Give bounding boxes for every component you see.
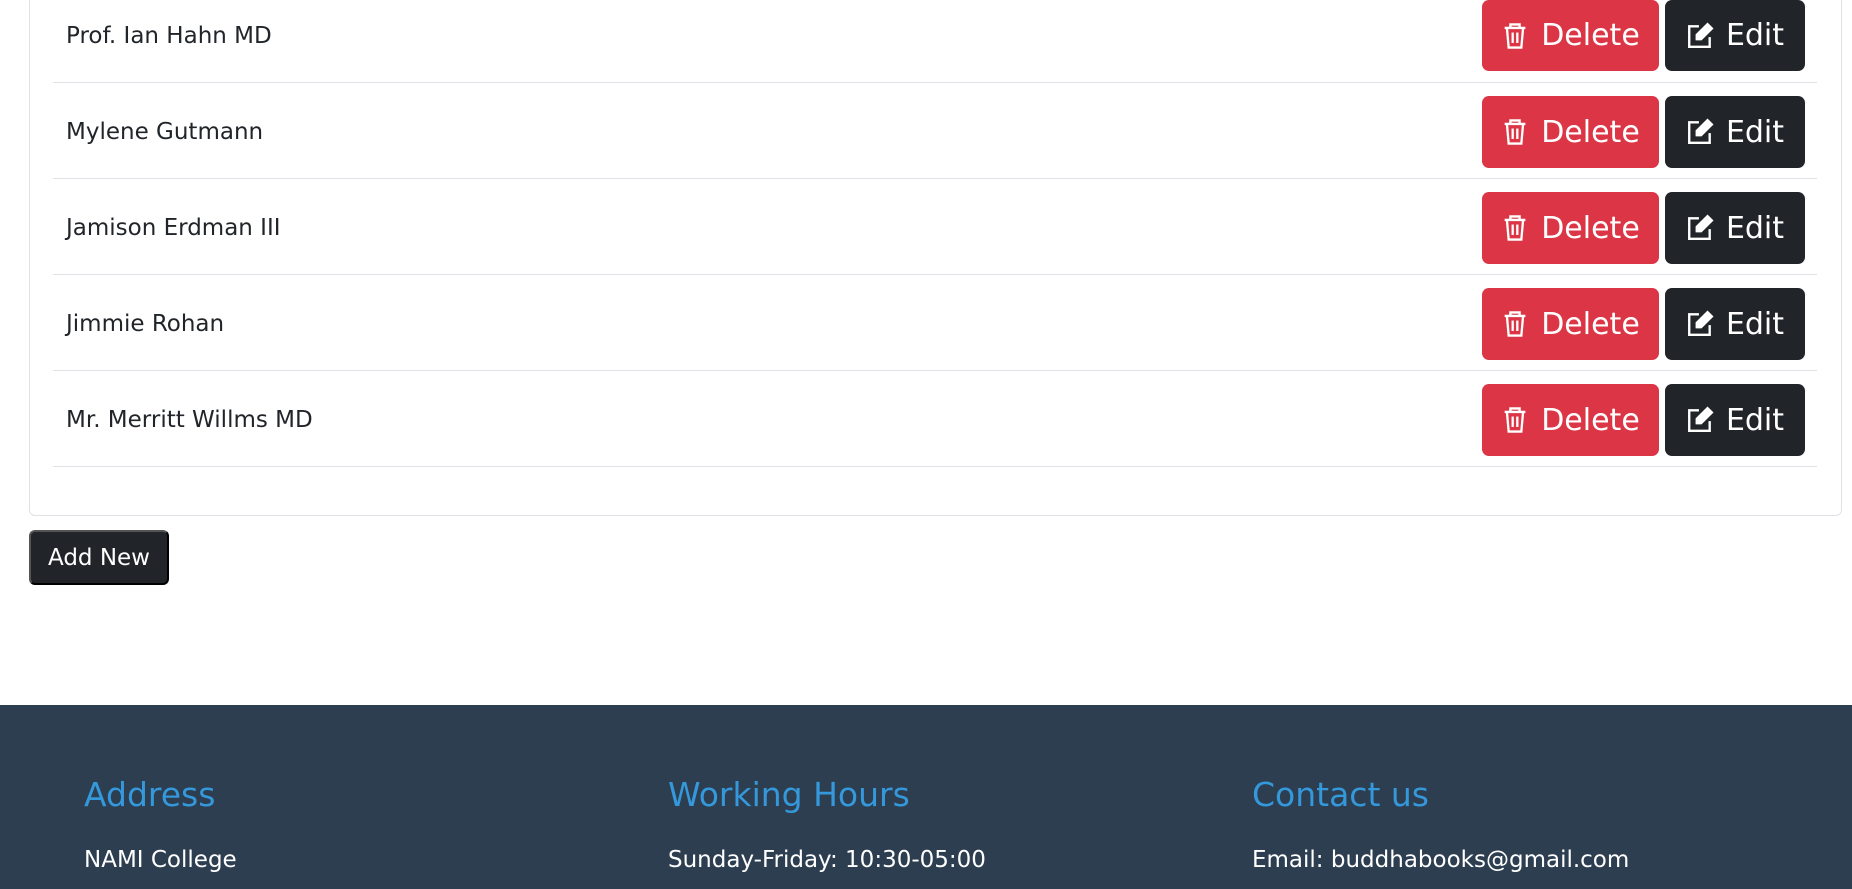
add-new-button[interactable]: Add New [29, 530, 169, 585]
delete-label: Delete [1541, 306, 1640, 342]
address-heading: Address [84, 775, 216, 814]
contact-email: Email: buddhabooks@gmail.com [1252, 847, 1630, 873]
footer-contact: Contact us Email: buddhabooks@gmail.com [1252, 775, 1629, 875]
edit-button[interactable]: Edit [1665, 0, 1805, 71]
contact-heading: Contact us [1252, 775, 1429, 814]
list-item: Prof. Ian Hahn MD Delete Edit [53, 0, 1817, 83]
pencil-square-icon [1687, 214, 1714, 240]
trash-icon [1504, 119, 1526, 145]
edit-label: Edit [1725, 402, 1785, 438]
delete-button[interactable]: Delete [1482, 96, 1659, 168]
edit-button[interactable]: Edit [1665, 96, 1805, 168]
hours-line: Sunday-Friday: 10:30-05:00 [668, 847, 986, 873]
trash-icon [1504, 215, 1526, 241]
pencil-square-icon [1687, 406, 1714, 432]
edit-label: Edit [1725, 306, 1785, 342]
entry-list: Prof. Ian Hahn MD Delete Edit Mylene Gut… [53, 0, 1817, 467]
delete-button[interactable]: Delete [1482, 0, 1659, 71]
delete-button[interactable]: Delete [1482, 192, 1659, 264]
pencil-square-icon [1687, 118, 1714, 144]
entry-name: Jimmie Rohan [66, 311, 225, 337]
footer: Address NAMI College Working Hours Sunda… [0, 705, 1852, 889]
footer-hours: Working Hours Sunday-Friday: 10:30-05:00 [668, 775, 986, 875]
pencil-square-icon [1687, 21, 1714, 48]
pencil-square-icon [1687, 310, 1714, 336]
edit-button[interactable]: Edit [1665, 384, 1805, 456]
trash-icon [1504, 407, 1526, 433]
edit-label: Edit [1725, 114, 1785, 150]
delete-button[interactable]: Delete [1482, 384, 1659, 456]
edit-button[interactable]: Edit [1665, 192, 1805, 264]
address-line: NAMI College [84, 847, 237, 873]
entry-name: Mr. Merritt Willms MD [66, 407, 313, 433]
delete-label: Delete [1541, 402, 1640, 438]
list-item: Jimmie Rohan Delete Edit [53, 275, 1817, 371]
footer-address: Address NAMI College [84, 775, 237, 875]
entry-name: Mylene Gutmann [66, 119, 264, 145]
edit-button[interactable]: Edit [1665, 288, 1805, 360]
trash-icon [1504, 311, 1526, 337]
delete-button[interactable]: Delete [1482, 288, 1659, 360]
entry-name: Jamison Erdman III [66, 215, 281, 241]
delete-label: Delete [1541, 18, 1640, 53]
trash-icon [1504, 22, 1526, 49]
list-item: Mr. Merritt Willms MD Delete Edit [53, 371, 1817, 467]
delete-label: Delete [1541, 114, 1640, 150]
list-item: Mylene Gutmann Delete Edit [53, 83, 1817, 179]
hours-heading: Working Hours [668, 775, 910, 814]
entry-name: Prof. Ian Hahn MD [66, 23, 272, 49]
edit-label: Edit [1725, 18, 1785, 53]
edit-label: Edit [1725, 210, 1785, 246]
delete-label: Delete [1541, 210, 1640, 246]
list-item: Jamison Erdman III Delete Edit [53, 179, 1817, 275]
